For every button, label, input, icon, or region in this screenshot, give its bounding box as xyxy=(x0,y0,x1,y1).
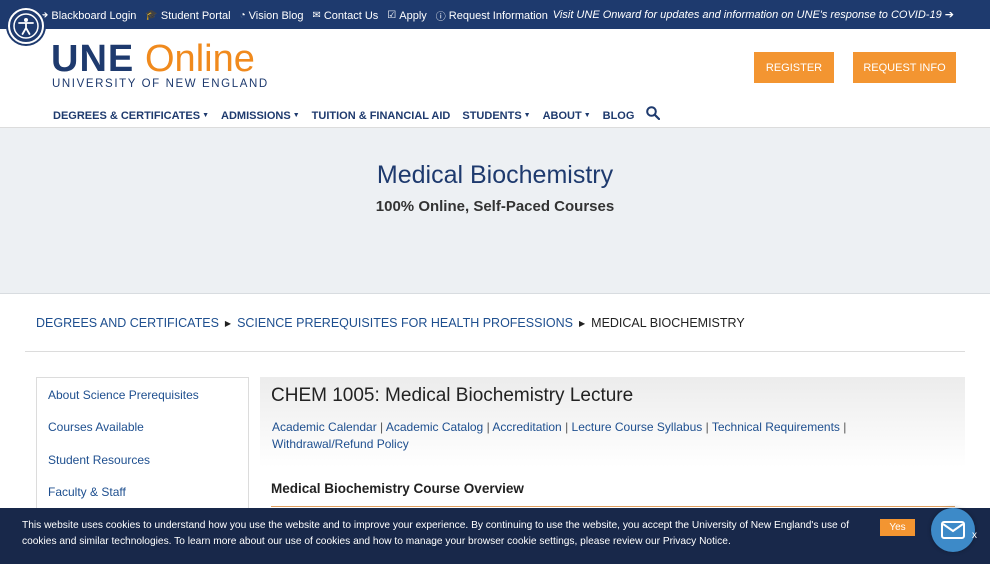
caret-down-icon: ▼ xyxy=(583,112,591,119)
cookie-text: This website uses cookies to understand … xyxy=(22,520,850,547)
cookie-banner: This website uses cookies to understand … xyxy=(0,508,990,564)
main-nav: DEGREES & CERTIFICATES ▼ ADMISSIONS ▼ TUITIO… xyxy=(53,106,661,125)
breadcrumb: DEGREES AND CERTIFICATES ▶ SCIENCE PRERE… xyxy=(36,316,745,330)
page-title: Medical Biochemistry xyxy=(376,161,614,189)
utility-link-label: Contact Us xyxy=(323,9,379,22)
logo-subtitle: UNIVERSITY OF NEW ENGLAND xyxy=(52,78,269,90)
sidebar-item-courses[interactable]: Courses Available xyxy=(48,420,144,434)
utility-link-student-portal[interactable]: 🎓 Student Portal xyxy=(145,8,230,23)
nav-item-label: BLOG xyxy=(602,109,635,122)
utility-link-contact-us[interactable]: ✉ Contact Us xyxy=(312,8,378,23)
caret-down-icon: ▼ xyxy=(523,112,531,119)
sidebar-item-about[interactable]: About Science Prerequisites xyxy=(48,388,199,402)
course-link-technical-requirements[interactable]: Technical Requirements xyxy=(712,420,840,434)
nav-item-admissions[interactable]: ADMISSIONS ▼ xyxy=(221,110,300,122)
link-separator: | xyxy=(483,420,493,434)
utility-link-request-information[interactable]: ⓘ Request Information xyxy=(435,8,548,24)
nav-item-about[interactable]: ABOUT ▼ xyxy=(543,110,591,122)
sidebar-item-faculty[interactable]: Faculty & Staff xyxy=(48,485,126,499)
utility-link-vision-blog[interactable]: ◔ Vision Blog xyxy=(240,8,304,23)
utility-link-blackboard-login[interactable]: ➔ Blackboard Login xyxy=(40,8,136,23)
logo-une-text: UNE xyxy=(51,38,135,80)
nav-item-label: DEGREES & CERTIFICATES xyxy=(53,109,201,122)
breadcrumb-item-degrees[interactable]: DEGREES AND CERTIFICATES xyxy=(36,316,219,330)
nav-item-label: TUITION & FINANCIAL AID xyxy=(311,109,451,122)
accessibility-icon xyxy=(13,13,39,39)
course-link-lecture-course-syllabus[interactable]: Lecture Course Syllabus xyxy=(572,420,703,434)
site-header: UNE Online UNIVERSITY OF NEW ENGLAND REG… xyxy=(0,29,990,128)
course-header: CHEM 1005: Medical Biochemistry Lecture … xyxy=(260,377,965,467)
sign-in-icon: ➔ xyxy=(944,9,954,21)
request-info-button[interactable]: REQUEST INFO xyxy=(853,52,956,83)
divider xyxy=(25,351,965,352)
caret-right-icon: ▶ xyxy=(579,318,586,328)
utility-link-label: Student Portal xyxy=(160,9,231,22)
course-link-academic-calendar[interactable]: Academic Calendar xyxy=(272,420,377,434)
breadcrumb-current: MEDICAL BIOCHEMISTRY xyxy=(591,316,745,330)
rss-icon: ◔ xyxy=(239,10,246,21)
utility-bar: ➔ Blackboard Login 🎓 Student Portal ◔ Vision … xyxy=(0,0,990,29)
nav-item-label: ADMISSIONS xyxy=(221,109,291,122)
utility-links: ➔ Blackboard Login 🎓 Student Portal ◔ Vision … xyxy=(40,8,548,24)
utility-link-label: Vision Blog xyxy=(248,9,304,22)
course-links: Academic Calendar | Academic Catalog | A… xyxy=(272,419,942,453)
search-icon[interactable] xyxy=(646,106,661,125)
caret-down-icon: ▼ xyxy=(202,112,210,119)
utility-link-apply[interactable]: ☑ Apply xyxy=(387,8,427,23)
nav-item-blog[interactable]: BLOG xyxy=(603,110,635,122)
chat-button[interactable] xyxy=(931,508,975,552)
cookie-accept-button[interactable]: Yes xyxy=(880,519,915,536)
envelope-icon: ✉ xyxy=(312,10,321,21)
nav-item-label: ABOUT xyxy=(542,109,582,122)
divider xyxy=(271,506,955,507)
envelope-icon xyxy=(941,521,965,539)
course-title: CHEM 1005: Medical Biochemistry Lecture xyxy=(271,385,634,406)
caret-right-icon: ▶ xyxy=(224,318,232,328)
logo-online-text: Online xyxy=(145,38,255,80)
sidebar-item-resources[interactable]: Student Resources xyxy=(48,453,150,467)
breadcrumb-item-science-prereqs[interactable]: SCIENCE PREREQUISITES FOR HEALTH PROFESS… xyxy=(237,316,573,330)
nav-item-students[interactable]: STUDENTS ▼ xyxy=(462,110,530,122)
link-separator: | xyxy=(561,420,572,434)
une-online-logo[interactable]: UNE Online UNIVERSITY OF NEW ENGLAND xyxy=(51,38,267,92)
covid-notice-text: Visit UNE Onward for updates and informa… xyxy=(552,9,942,21)
nav-item-tuition-financial-aid[interactable]: TUITION & FINANCIAL AID xyxy=(312,110,451,122)
sidebar-nav: About Science Prerequisites Courses Avai… xyxy=(36,377,249,517)
check-square-icon: ☑ xyxy=(387,10,397,21)
page-subtitle: 100% Online, Self-Paced Courses xyxy=(375,198,615,215)
utility-link-label: Request Information xyxy=(448,9,548,22)
course-link-withdrawal-refund-policy[interactable]: Withdrawal/Refund Policy xyxy=(272,437,409,451)
course-link-academic-catalog[interactable]: Academic Catalog xyxy=(386,420,483,434)
course-link-accreditation[interactable]: Accreditation xyxy=(492,420,561,434)
overview-heading: Medical Biochemistry Course Overview xyxy=(271,481,524,496)
utility-link-label: Apply xyxy=(399,9,427,22)
register-button[interactable]: REGISTER xyxy=(754,52,834,83)
nav-item-label: STUDENTS xyxy=(462,109,522,122)
caret-down-icon: ▼ xyxy=(292,112,300,119)
utility-link-label: Blackboard Login xyxy=(51,9,137,22)
graduation-cap-icon: 🎓 xyxy=(145,10,158,21)
hero-banner: Medical Biochemistry 100% Online, Self-P… xyxy=(0,128,990,294)
link-separator: | xyxy=(839,420,847,434)
nav-item-degrees-certificates[interactable]: DEGREES & CERTIFICATES ▼ xyxy=(53,110,209,122)
cookie-close-button[interactable]: x xyxy=(972,530,977,541)
accessibility-button[interactable] xyxy=(8,8,44,44)
link-separator: | xyxy=(376,420,386,434)
link-separator: | xyxy=(702,420,712,434)
info-circle-icon: ⓘ xyxy=(435,12,446,23)
covid-notice-link[interactable]: Visit UNE Onward for updates and informa… xyxy=(553,8,954,21)
